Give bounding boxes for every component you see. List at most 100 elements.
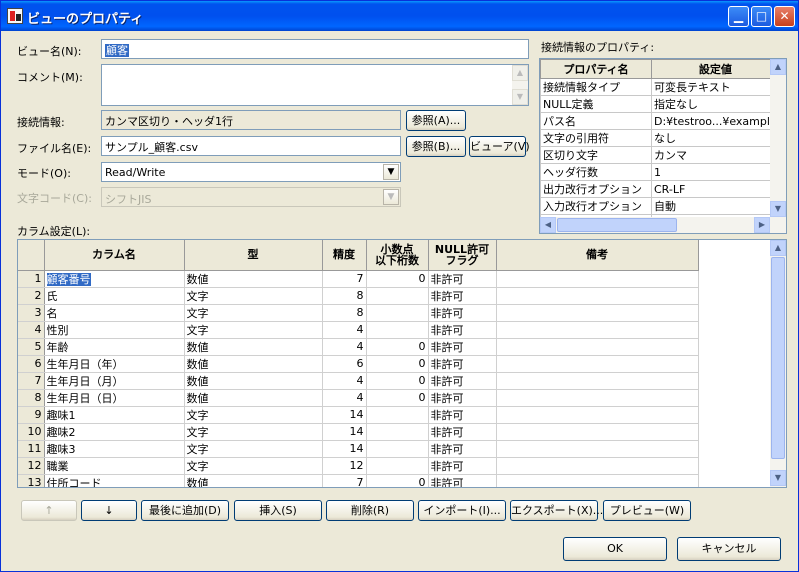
scroll-up-icon[interactable]: ▲ — [770, 59, 786, 75]
cell-nullflag[interactable]: 非許可 — [428, 372, 497, 390]
props-cell-name[interactable]: 区切り文字 — [540, 146, 652, 164]
props-cell-value[interactable]: CR-LF — [651, 180, 780, 198]
cell-name[interactable]: 年齢 — [44, 338, 185, 356]
cell-scale[interactable]: 0 — [366, 338, 429, 356]
cell-name[interactable]: 趣味1 — [44, 406, 185, 424]
table-row[interactable]: 1 顧客番号 数値 7 0 非許可 — [18, 270, 699, 288]
header-column-name[interactable]: カラム名 — [44, 240, 185, 271]
scroll-up-icon[interactable]: ▲ — [770, 240, 786, 256]
cell-scale[interactable] — [366, 406, 429, 424]
header-remark[interactable]: 備考 — [496, 240, 699, 271]
cell-type[interactable]: 文字 — [184, 406, 323, 424]
table-row[interactable]: 6 生年月日（年） 数値 6 0 非許可 — [18, 355, 699, 373]
cell-remark[interactable] — [496, 457, 699, 475]
props-row[interactable]: 文字の引用符 なし — [540, 129, 780, 147]
cell-remark[interactable] — [496, 321, 699, 339]
import-button[interactable]: インポート(I)... — [418, 500, 506, 521]
cell-name[interactable]: 生年月日（日） — [44, 389, 185, 407]
cell-precision[interactable]: 6 — [322, 355, 367, 373]
cell-scale[interactable]: 0 — [366, 355, 429, 373]
props-hscroll-thumb[interactable] — [557, 218, 677, 232]
props-grid[interactable]: プロパティ名 設定値 接続情報タイプ 可変長テキスト NULL定義 指定なし パス名 D:… — [539, 58, 787, 234]
cell-type[interactable]: 数値 — [184, 372, 323, 390]
scroll-down-icon[interactable]: ▼ — [770, 470, 786, 486]
title-bar[interactable]: ビューのプロパティ ▁ □ ✕ — [1, 1, 798, 31]
table-row[interactable]: 4 性別 文字 4 非許可 — [18, 321, 699, 339]
cell-nullflag[interactable]: 非許可 — [428, 338, 497, 356]
props-row[interactable]: 入力改行オプション 自動 — [540, 197, 780, 215]
cell-precision[interactable]: 14 — [322, 406, 367, 424]
file-name-input[interactable]: サンプル_顧客.csv — [101, 136, 401, 156]
columns-grid[interactable]: カラム名 型 精度 小数点 以下桁数 NULL許可 フラグ 備考 1 顧客番号 数値 7 0… — [17, 239, 787, 488]
scroll-down-icon[interactable]: ▼ — [512, 89, 528, 105]
cell-nullflag[interactable]: 非許可 — [428, 270, 497, 288]
props-cell-value[interactable]: 指定なし — [651, 95, 780, 113]
cell-remark[interactable] — [496, 389, 699, 407]
cell-nullflag[interactable]: 非許可 — [428, 321, 497, 339]
props-cell-value[interactable]: 自動 — [651, 197, 780, 215]
props-cell-name[interactable]: 出力改行オプション — [540, 180, 652, 198]
scroll-up-icon[interactable]: ▲ — [512, 65, 528, 81]
props-vscroll[interactable]: ▲ ▼ — [770, 59, 786, 217]
header-null[interactable]: NULL許可 フラグ — [428, 240, 497, 271]
cell-remark[interactable] — [496, 270, 699, 288]
cell-type[interactable]: 数値 — [184, 474, 323, 487]
table-row[interactable]: 3 名文字 8 非許可 — [18, 304, 699, 322]
scroll-down-icon[interactable]: ▼ — [770, 201, 786, 217]
props-cell-value[interactable]: なし — [651, 129, 780, 147]
cell-type[interactable]: 数値 — [184, 338, 323, 356]
cell-name[interactable]: 生年月日（月） — [44, 372, 185, 390]
cell-name[interactable]: 趣味3 — [44, 440, 185, 458]
chevron-down-icon[interactable]: ▼ — [383, 164, 399, 180]
cell-scale[interactable] — [366, 287, 429, 305]
cell-nullflag[interactable]: 非許可 — [428, 423, 497, 441]
cell-type[interactable]: 数値 — [184, 270, 323, 288]
cell-type[interactable]: 文字 — [184, 457, 323, 475]
cell-nullflag[interactable]: 非許可 — [428, 355, 497, 373]
cell-remark[interactable] — [496, 474, 699, 487]
props-cell-value[interactable]: 可変長テキスト — [651, 78, 780, 96]
cell-scale[interactable] — [366, 440, 429, 458]
cell-remark[interactable] — [496, 423, 699, 441]
cell-scale[interactable] — [366, 457, 429, 475]
cell-nullflag[interactable]: 非許可 — [428, 474, 497, 487]
table-row[interactable]: 12 職業 文字 12 非許可 — [18, 457, 699, 475]
cell-remark[interactable] — [496, 287, 699, 305]
table-row[interactable]: 2 氏文字 8 非許可 — [18, 287, 699, 305]
cell-precision[interactable]: 4 — [322, 372, 367, 390]
ok-button[interactable]: OK — [563, 537, 667, 561]
table-row[interactable]: 7 生年月日（月） 数値 4 0 非許可 — [18, 372, 699, 390]
table-row[interactable]: 9 趣味1 文字 14 非許可 — [18, 406, 699, 424]
maximize-button[interactable]: □ — [751, 6, 772, 27]
preview-button[interactable]: プレビュー(W) — [603, 500, 691, 521]
header-type[interactable]: 型 — [184, 240, 323, 271]
props-row[interactable]: 出力改行オプション CR-LF — [540, 180, 780, 198]
cell-precision[interactable]: 4 — [322, 389, 367, 407]
comment-scrollbar[interactable]: ▲ ▼ — [512, 65, 528, 105]
cell-type[interactable]: 数値 — [184, 389, 323, 407]
props-cell-value[interactable]: 1 — [651, 163, 780, 181]
cell-name[interactable]: 生年月日（年） — [44, 355, 185, 373]
props-row[interactable]: パス名 D:¥testroo...¥example — [540, 112, 780, 130]
props-row[interactable]: ヘッダ行数 1 — [540, 163, 780, 181]
props-cell-name[interactable]: パス名 — [540, 112, 652, 130]
export-button[interactable]: エクスポート(X)... — [510, 500, 603, 521]
cell-precision[interactable]: 8 — [322, 304, 367, 322]
cell-nullflag[interactable]: 非許可 — [428, 457, 497, 475]
props-cell-name[interactable]: 接続情報タイプ — [540, 78, 652, 96]
columns-vscroll-thumb[interactable] — [771, 257, 785, 459]
move-up-button[interactable]: ↑ — [21, 500, 77, 521]
browse-connection-button[interactable]: 参照(A)... — [406, 110, 466, 131]
minimize-button[interactable]: ▁ — [728, 6, 749, 27]
cell-type[interactable]: 数値 — [184, 355, 323, 373]
cell-type[interactable]: 文字 — [184, 440, 323, 458]
insert-button[interactable]: 挿入(S) — [234, 500, 322, 521]
cell-name[interactable]: 職業 — [44, 457, 185, 475]
viewer-button[interactable]: ビューア(V) — [469, 136, 530, 157]
cell-scale[interactable]: 0 — [366, 372, 429, 390]
cell-name[interactable]: 名 — [44, 304, 185, 322]
view-name-input[interactable]: 顧客 — [101, 39, 529, 59]
cell-scale[interactable] — [366, 423, 429, 441]
cell-name[interactable]: 顧客番号 — [44, 270, 185, 288]
cell-scale[interactable] — [366, 304, 429, 322]
